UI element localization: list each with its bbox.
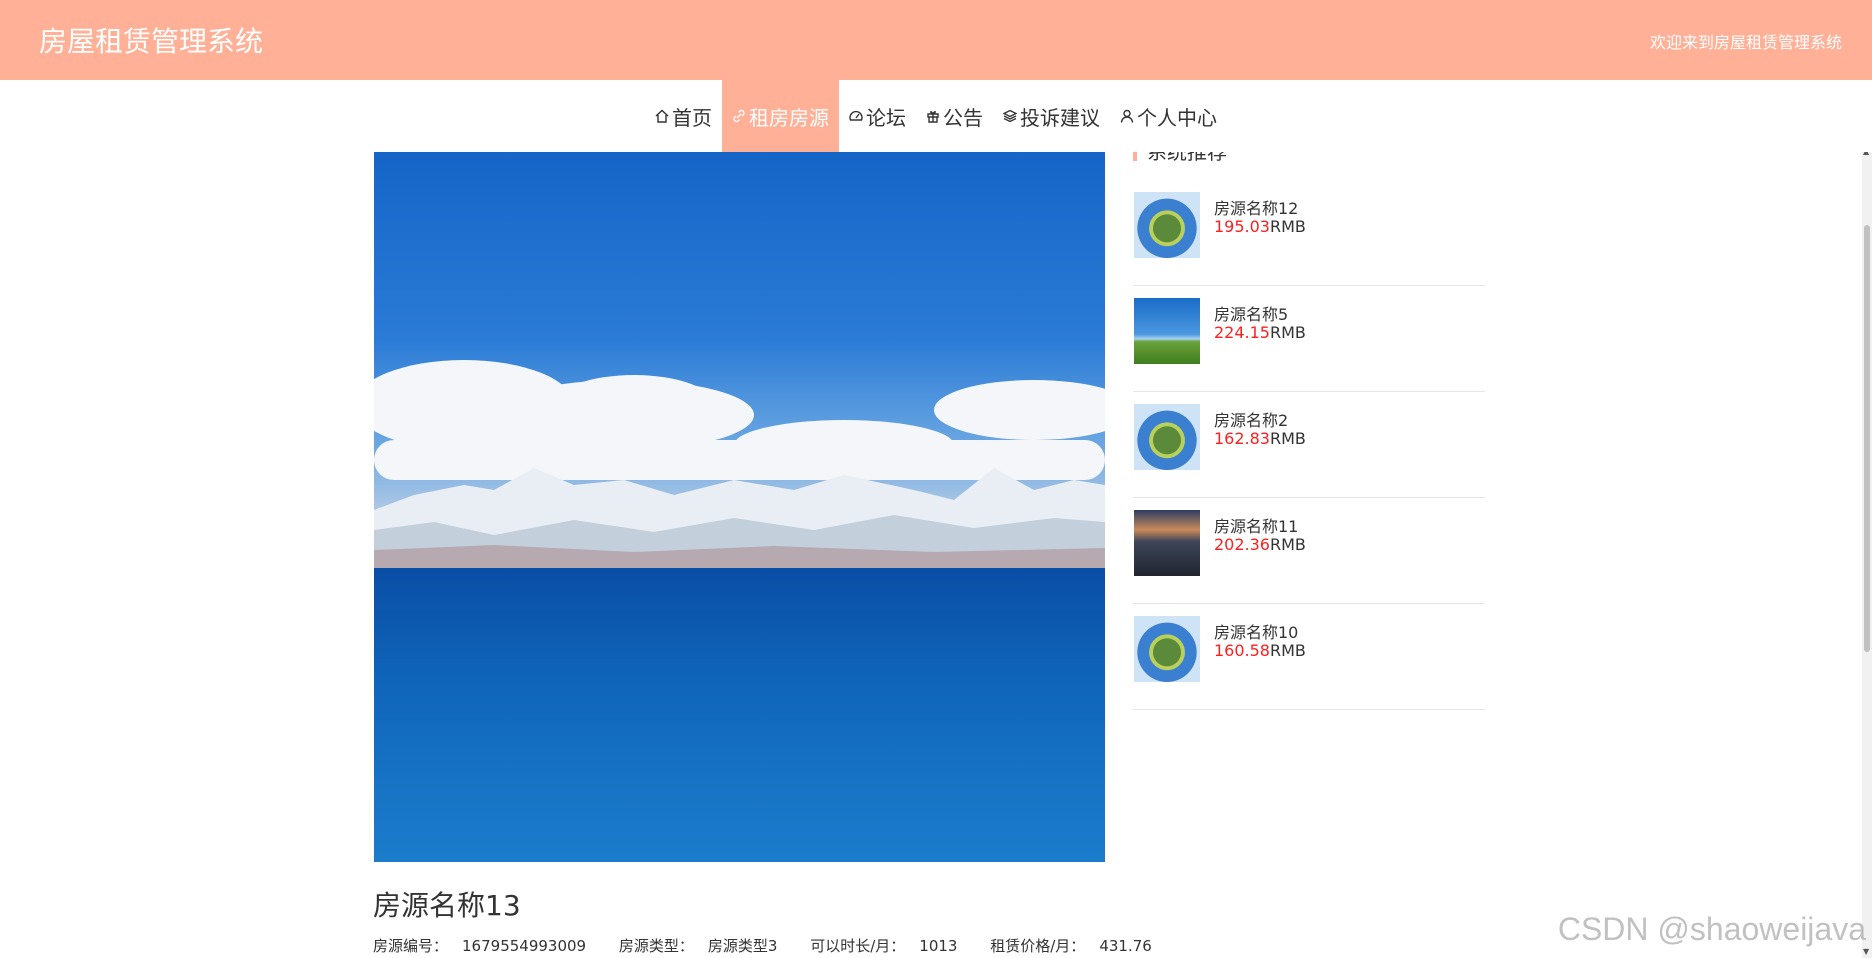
item-name[interactable]: 房源名称11 xyxy=(1214,513,1298,537)
price-currency: RMB xyxy=(1269,429,1306,448)
page-scrollbar[interactable]: ▲ ▼ xyxy=(1862,145,1872,958)
item-price: 195.03RMB xyxy=(1214,217,1306,236)
price-currency: RMB xyxy=(1269,641,1306,660)
list-item[interactable]: 房源名称5 224.15RMB xyxy=(1133,286,1485,392)
item-price: 224.15RMB xyxy=(1214,323,1306,342)
house-meta: 房源编号： 1679554993009 房源类型： 房源类型3 可以时长/月： 101… xyxy=(373,935,1180,956)
house-thumbnail[interactable] xyxy=(1134,192,1200,258)
house-thumbnail[interactable] xyxy=(1134,510,1200,576)
nav-rentals-label: 租房房源 xyxy=(749,105,829,130)
price-number: 160.58 xyxy=(1214,641,1270,660)
price-currency: RMB xyxy=(1269,323,1306,342)
item-price: 202.36RMB xyxy=(1214,535,1306,554)
list-item[interactable]: 房源名称10 160.58RMB xyxy=(1133,604,1485,710)
price-number: 162.83 xyxy=(1214,429,1270,448)
photo-lake xyxy=(374,568,1105,862)
nav-feedback[interactable]: 投诉建议 xyxy=(993,80,1110,152)
layers-icon xyxy=(1003,109,1017,123)
main-nav: 首页 租房房源 论坛 公告 投诉建议 个人中心 xyxy=(0,80,1872,152)
item-name[interactable]: 房源名称12 xyxy=(1214,195,1298,219)
nav-forum-label: 论坛 xyxy=(866,105,906,130)
term-value: 1013 xyxy=(919,937,958,955)
type-label: 房源类型： xyxy=(618,937,694,955)
term-label: 可以时长/月： xyxy=(810,937,906,955)
price-field: 租赁价格/月： 431.76 xyxy=(990,937,1166,955)
house-thumbnail[interactable] xyxy=(1134,298,1200,364)
price-currency: RMB xyxy=(1269,535,1306,554)
gauge-icon xyxy=(849,110,863,121)
type-value: 房源类型3 xyxy=(707,937,778,955)
house-thumbnail[interactable] xyxy=(1134,404,1200,470)
nav-home[interactable]: 首页 xyxy=(645,80,722,152)
code-field: 房源编号： 1679554993009 xyxy=(373,937,600,955)
house-title: 房源名称13 xyxy=(373,889,521,922)
price-number: 224.15 xyxy=(1214,323,1270,342)
watermark-text: CSDN @shaoweijava xyxy=(1557,911,1866,947)
app-title: 房屋租赁管理系统 xyxy=(39,25,264,58)
item-name[interactable]: 房源名称5 xyxy=(1214,301,1288,325)
price-value: 431.76 xyxy=(1099,937,1152,955)
home-icon xyxy=(655,109,669,123)
list-item[interactable]: 房源名称2 162.83RMB xyxy=(1133,392,1485,498)
nav-forum[interactable]: 论坛 xyxy=(839,80,916,152)
item-price: 160.58RMB xyxy=(1214,641,1306,660)
house-photo xyxy=(374,150,1105,862)
welcome-text: 欢迎来到房屋租赁管理系统 xyxy=(1649,33,1842,52)
nav-profile[interactable]: 个人中心 xyxy=(1110,80,1227,152)
code-label: 房源编号： xyxy=(373,937,449,955)
item-name[interactable]: 房源名称10 xyxy=(1214,619,1298,643)
nav-notice-label: 公告 xyxy=(943,105,983,130)
gift-icon xyxy=(927,111,939,123)
top-header: 房屋租赁管理系统 欢迎来到房屋租赁管理系统 xyxy=(0,0,1872,80)
link-icon xyxy=(733,109,745,123)
list-item[interactable]: 房源名称11 202.36RMB xyxy=(1133,498,1485,604)
code-value: 1679554993009 xyxy=(462,937,587,955)
term-field: 可以时长/月： 1013 xyxy=(810,937,971,955)
item-name[interactable]: 房源名称2 xyxy=(1214,407,1288,431)
nav-home-label: 首页 xyxy=(672,105,712,130)
nav-profile-label: 个人中心 xyxy=(1137,105,1217,130)
price-currency: RMB xyxy=(1269,217,1306,236)
item-price: 162.83RMB xyxy=(1214,429,1306,448)
nav-feedback-label: 投诉建议 xyxy=(1020,105,1100,130)
nav-notice[interactable]: 公告 xyxy=(916,80,993,152)
scroll-down-icon[interactable]: ▼ xyxy=(1863,947,1869,956)
list-item[interactable]: 房源名称12 195.03RMB xyxy=(1133,180,1485,286)
nav-rentals[interactable]: 租房房源 xyxy=(722,80,839,152)
scrollbar-thumb[interactable] xyxy=(1864,225,1870,652)
price-label: 租赁价格/月： xyxy=(990,937,1086,955)
price-number: 202.36 xyxy=(1214,535,1270,554)
type-field: 房源类型： 房源类型3 xyxy=(619,937,792,955)
house-thumbnail[interactable] xyxy=(1134,616,1200,682)
recommend-list: 房源名称12 195.03RMB 房源名称5 224.15RMB 房源名称2 1… xyxy=(1133,180,1485,710)
user-icon xyxy=(1120,109,1134,123)
price-number: 195.03 xyxy=(1214,217,1270,236)
